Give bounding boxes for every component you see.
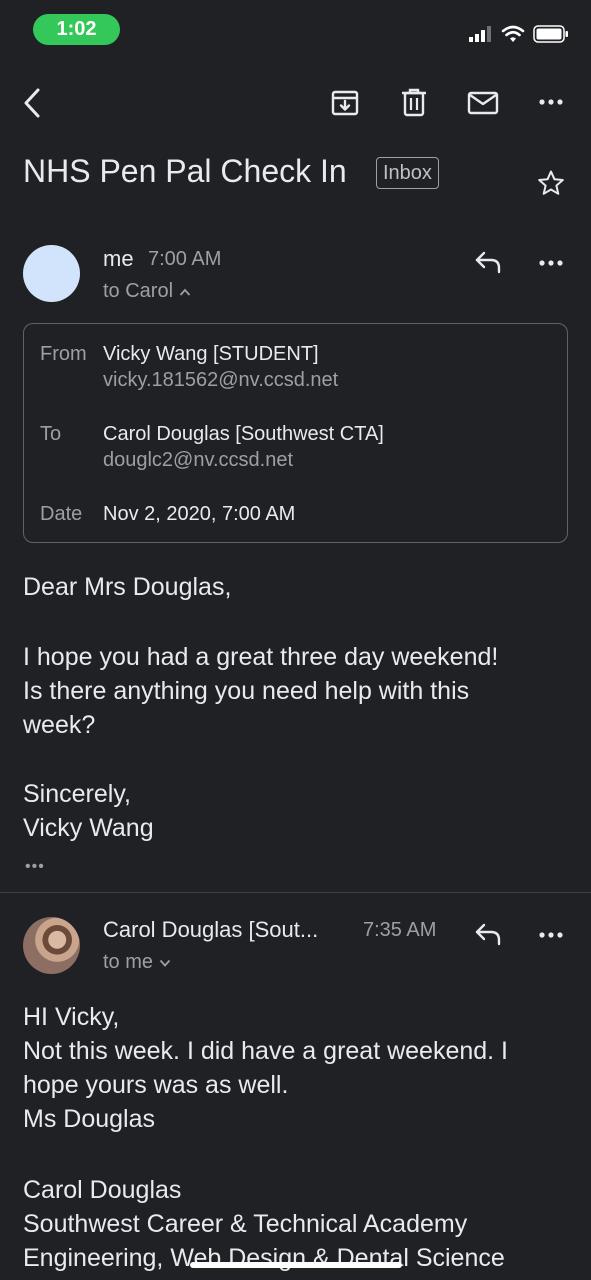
message-time: 7:35 AM: [363, 919, 437, 941]
reply-button[interactable]: [474, 250, 502, 274]
recipients-toggle[interactable]: to me: [103, 951, 171, 974]
more-horizontal-icon: [539, 99, 563, 105]
body-line: week?: [23, 711, 96, 739]
signature-line: Engineering, Web Design & Dental Science: [23, 1244, 505, 1272]
message-more-button[interactable]: [539, 259, 563, 267]
battery-icon: [533, 25, 568, 43]
to-name: Carol Douglas [Southwest CTA]: [103, 423, 384, 445]
chevron-down-icon: [159, 959, 171, 967]
avatar-carol: [23, 917, 80, 974]
status-icons: [469, 22, 569, 46]
to-label: To: [40, 423, 62, 445]
home-indicator[interactable]: [190, 1262, 402, 1268]
trash-icon: [402, 88, 426, 117]
message-divider: [0, 892, 591, 893]
message-sender: Carol Douglas [Sout...: [103, 917, 319, 942]
body-line: hope yours was as well.: [23, 1071, 289, 1099]
inbox-label-chip[interactable]: Inbox: [376, 157, 439, 189]
to-line: to Carol: [103, 280, 174, 302]
body-greeting: Dear Mrs Douglas,: [23, 573, 232, 601]
more-options-button[interactable]: [539, 98, 563, 106]
chevron-left-icon: [24, 88, 40, 118]
archive-icon: [331, 90, 359, 116]
status-time: 1:02: [33, 14, 120, 45]
body-line: Is there anything you need help with thi…: [23, 677, 470, 705]
body-line: Ms Douglas: [23, 1105, 155, 1133]
date-value: Nov 2, 2020, 7:00 AM: [103, 503, 296, 525]
archive-button[interactable]: [331, 89, 359, 117]
recipients-toggle[interactable]: to Carol: [103, 280, 191, 303]
mail-icon: [467, 91, 499, 115]
star-button[interactable]: [537, 169, 565, 197]
reply-icon: [475, 923, 501, 946]
signature-line: Carol Douglas: [23, 1176, 182, 1204]
wifi-icon: [501, 25, 525, 42]
show-trimmed-content-button[interactable]: •••: [25, 858, 45, 876]
reply-button[interactable]: [474, 922, 502, 946]
signature-line: Southwest Career & Technical Academy: [23, 1210, 468, 1238]
message-sender: me: [103, 246, 134, 271]
body-line: HI Vicky,: [23, 1003, 120, 1031]
reply-icon: [475, 251, 501, 274]
from-label: From: [40, 343, 87, 365]
body-line: I hope you had a great three day weekend…: [23, 643, 499, 671]
avatar-me: [23, 245, 80, 302]
from-name: Vicky Wang [STUDENT]: [103, 343, 319, 365]
to-email[interactable]: douglc2@nv.ccsd.net: [103, 449, 293, 472]
date-label: Date: [40, 503, 83, 525]
from-email[interactable]: vicky.181562@nv.ccsd.net: [103, 369, 338, 392]
body-line: Not this week. I did have a great weeken…: [23, 1037, 508, 1065]
more-horizontal-icon: [539, 260, 563, 266]
chevron-up-icon: [179, 288, 191, 296]
to-line: to me: [103, 951, 154, 973]
delete-button[interactable]: [401, 88, 427, 118]
body-signature: Vicky Wang: [23, 814, 154, 842]
back-button[interactable]: [20, 88, 46, 118]
more-horizontal-icon: [539, 932, 563, 938]
body-closing: Sincerely,: [23, 780, 131, 808]
message-time: 7:00 AM: [148, 248, 222, 270]
mark-unread-button[interactable]: [467, 91, 499, 115]
email-subject: NHS Pen Pal Check In: [23, 153, 347, 189]
star-icon: [538, 170, 564, 195]
message-more-button[interactable]: [539, 931, 563, 939]
signal-icon: [469, 26, 491, 42]
